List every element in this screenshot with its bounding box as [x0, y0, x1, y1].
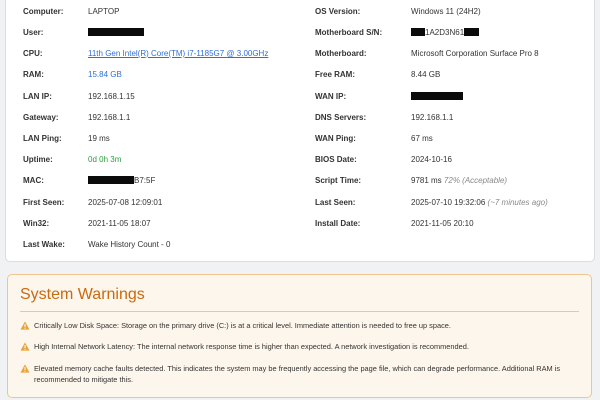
last-seen-time: 2025-07-10 19:32:06: [411, 198, 486, 207]
mac-value: B7:5F: [88, 174, 155, 188]
warning-item: Elevated memory cache faults detected. T…: [20, 363, 577, 385]
os-version-value: Windows 11 (24H2): [411, 7, 481, 16]
install-date-value: 2021-11-05 20:10: [411, 219, 474, 228]
ram-label: RAM:: [23, 70, 44, 79]
lan-ip-value: 192.168.1.15: [88, 92, 135, 101]
lan-ping-value: 19 ms: [88, 134, 110, 143]
gateway-label: Gateway:: [23, 113, 59, 122]
motherboard-value: Microsoft Corporation Surface Pro 8: [411, 49, 539, 58]
first-seen-value: 2025-07-08 12:09:01: [88, 198, 163, 207]
wan-ip-value-redacted: [411, 90, 463, 104]
warning-item: Critically Low Disk Space: Storage on th…: [20, 320, 577, 331]
last-wake-value: Wake History Count - 0: [88, 240, 171, 249]
user-value-redacted: [88, 26, 144, 40]
first-seen-label: First Seen:: [23, 198, 65, 207]
warning-text: High Internal Network Latency: The inter…: [34, 342, 469, 351]
lan-ip-label: LAN IP:: [23, 92, 52, 101]
script-time-ms: 9781 ms: [411, 176, 442, 185]
last-seen-note: (~7 minutes ago): [487, 198, 548, 207]
uptime-label: Uptime:: [23, 155, 53, 164]
last-seen-value: 2025-07-10 19:32:06 (~7 minutes ago): [411, 196, 548, 210]
free-ram-value: 8.44 GB: [411, 70, 441, 79]
bios-date-label: BIOS Date:: [315, 155, 357, 164]
dns-label: DNS Servers:: [315, 113, 367, 122]
warning-text: Elevated memory cache faults detected. T…: [34, 364, 561, 384]
warning-triangle-icon: [20, 364, 30, 373]
wan-ping-value: 67 ms: [411, 134, 433, 143]
gateway-value: 192.168.1.1: [88, 113, 131, 122]
cpu-link[interactable]: 11th Gen Intel(R) Core(TM) i7-1185G7 @ 3…: [88, 47, 268, 61]
os-version-label: OS Version:: [315, 7, 361, 16]
motherboard-sn-middle: 1A2D3N61: [425, 28, 465, 37]
uptime-value: 0d 0h 3m: [88, 155, 122, 164]
computer-label: Computer:: [23, 7, 64, 16]
win32-label: Win32:: [23, 219, 50, 228]
motherboard-label: Motherboard:: [315, 49, 367, 58]
dns-value: 192.168.1.1: [411, 113, 454, 122]
last-wake-label: Last Wake:: [23, 240, 65, 249]
motherboard-sn-label: Motherboard S/N:: [315, 28, 383, 37]
ram-value: 15.84 GB: [88, 70, 122, 79]
mac-label: MAC:: [23, 176, 44, 185]
computer-value: LAPTOP: [88, 7, 120, 16]
warning-item: High Internal Network Latency: The inter…: [20, 341, 577, 352]
bios-date-value: 2024-10-16: [411, 155, 452, 164]
free-ram-label: Free RAM:: [315, 70, 356, 79]
user-label: User:: [23, 28, 44, 37]
motherboard-sn-value: 1A2D3N61: [411, 26, 480, 40]
install-date-label: Install Date:: [315, 219, 361, 228]
system-warnings-panel: System Warnings Critically Low Disk Spac…: [7, 274, 592, 398]
warnings-divider: [20, 311, 579, 312]
warnings-title: System Warnings: [20, 286, 145, 303]
wan-ip-label: WAN IP:: [315, 92, 347, 101]
script-time-value: 9781 ms 72% (Acceptable): [411, 174, 507, 188]
warning-triangle-icon: [20, 342, 30, 351]
wan-ping-label: WAN Ping:: [315, 134, 356, 143]
script-time-note: 72% (Acceptable): [443, 176, 508, 185]
system-info-card: Computer: LAPTOP User: CPU: 11th Gen Int…: [5, 0, 595, 262]
mac-value-suffix: B7:5F: [134, 176, 156, 185]
lan-ping-label: LAN Ping:: [23, 134, 62, 143]
win32-value: 2021-11-05 18:07: [88, 219, 151, 228]
script-time-label: Script Time:: [315, 176, 362, 185]
cpu-label: CPU:: [23, 49, 43, 58]
warning-text: Critically Low Disk Space: Storage on th…: [34, 321, 451, 330]
warning-triangle-icon: [20, 321, 30, 330]
last-seen-label: Last Seen:: [315, 198, 356, 207]
